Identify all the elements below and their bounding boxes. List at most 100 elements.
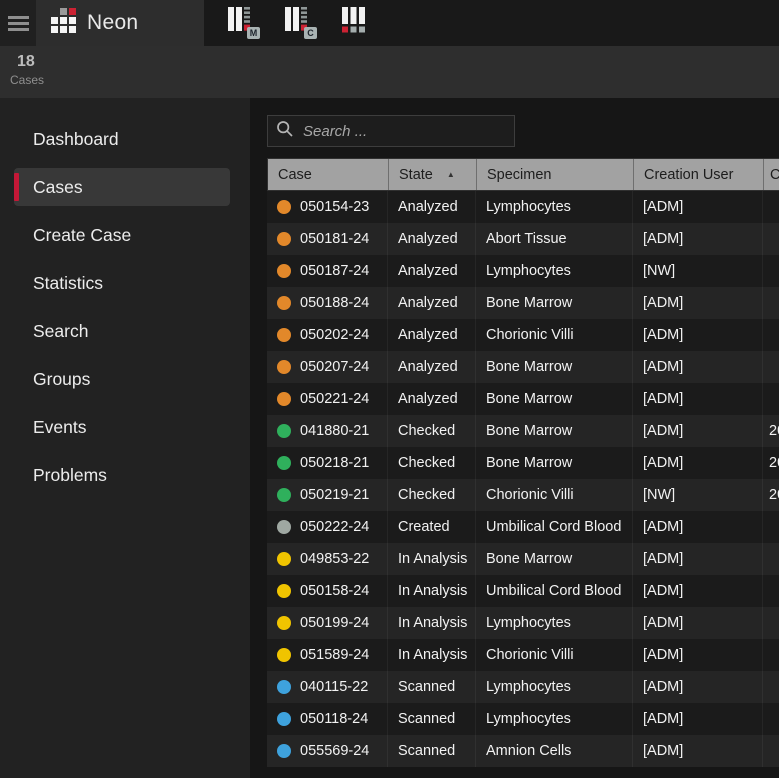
state-cell: In Analysis	[387, 575, 475, 607]
status-dot	[277, 712, 291, 726]
cases-count-label: Cases	[10, 73, 779, 87]
neon-logo-icon	[51, 8, 76, 38]
creation-cell	[762, 511, 779, 543]
column-header-creation-user[interactable]: Creation User	[633, 159, 763, 190]
table-row[interactable]: 051589-24 In Analysis Chorionic Villi [A…	[267, 639, 779, 671]
creation-cell	[762, 191, 779, 223]
specimen-cell: Amnion Cells	[475, 735, 632, 767]
case-number: 050181-24	[300, 231, 369, 247]
table-row[interactable]: 050188-24 Analyzed Bone Marrow [ADM]	[267, 287, 779, 319]
table-row[interactable]: 049853-22 In Analysis Bone Marrow [ADM]	[267, 543, 779, 575]
state-cell: Analyzed	[387, 287, 475, 319]
case-number: 049853-22	[300, 551, 369, 567]
case-number: 050154-23	[300, 199, 369, 215]
specimen-cell: Abort Tissue	[475, 223, 632, 255]
sidebar-item-cases[interactable]: Cases	[14, 168, 230, 206]
table-row[interactable]: 050187-24 Analyzed Lymphocytes [NW]	[267, 255, 779, 287]
case-cell: 050221-24	[267, 383, 387, 415]
specimen-cell: Lymphocytes	[475, 191, 632, 223]
case-cell: 050219-21	[267, 479, 387, 511]
state-cell: Analyzed	[387, 191, 475, 223]
case-cell: 050222-24	[267, 511, 387, 543]
sidebar-item-dashboard[interactable]: Dashboard	[0, 115, 250, 163]
table-row[interactable]: 040115-22 Scanned Lymphocytes [ADM]	[267, 671, 779, 703]
state-cell: Checked	[387, 479, 475, 511]
state-cell: Scanned	[387, 671, 475, 703]
sidebar-item-statistics[interactable]: Statistics	[0, 259, 250, 307]
creation-cell: 20	[762, 415, 779, 447]
table-row[interactable]: 055569-24 Scanned Amnion Cells [ADM]	[267, 735, 779, 767]
creation-user-cell: [ADM]	[632, 543, 762, 575]
case-number: 041880-21	[300, 423, 369, 439]
module-m-badge: M	[247, 27, 260, 39]
column-header-case[interactable]: Case	[268, 159, 388, 190]
module-c-badge: C	[304, 27, 317, 39]
table-row[interactable]: 050207-24 Analyzed Bone Marrow [ADM]	[267, 351, 779, 383]
cases-count: 18	[10, 53, 779, 71]
search-icon	[276, 120, 294, 143]
specimen-cell: Chorionic Villi	[475, 319, 632, 351]
case-number: 050218-21	[300, 455, 369, 471]
table-row[interactable]: 050181-24 Analyzed Abort Tissue [ADM]	[267, 223, 779, 255]
module-m-icon[interactable]: M	[228, 7, 258, 39]
sidebar-item-create-case[interactable]: Create Case	[0, 211, 250, 259]
table-row[interactable]: 050158-24 In Analysis Umbilical Cord Blo…	[267, 575, 779, 607]
case-number: 051589-24	[300, 647, 369, 663]
case-cell: 040115-22	[267, 671, 387, 703]
column-header-state[interactable]: State ▲	[388, 159, 476, 190]
module-grid-icon[interactable]	[342, 7, 372, 39]
creation-user-cell: [ADM]	[632, 287, 762, 319]
creation-user-cell: [ADM]	[632, 607, 762, 639]
status-dot	[277, 616, 291, 630]
app-title: Neon	[87, 11, 138, 35]
table-row[interactable]: 041880-21 Checked Bone Marrow [ADM] 20	[267, 415, 779, 447]
sidebar-item-events[interactable]: Events	[0, 403, 250, 451]
table-header: Case State ▲ Specimen Creation User C	[267, 158, 779, 191]
status-dot	[277, 648, 291, 662]
table-row[interactable]: 050199-24 In Analysis Lymphocytes [ADM]	[267, 607, 779, 639]
main-panel: Case State ▲ Specimen Creation User C 05…	[250, 98, 779, 778]
state-cell: Analyzed	[387, 383, 475, 415]
module-c-icon[interactable]: C	[285, 7, 315, 39]
search-input[interactable]	[303, 123, 506, 140]
specimen-cell: Lymphocytes	[475, 671, 632, 703]
creation-cell	[762, 287, 779, 319]
column-header-specimen[interactable]: Specimen	[476, 159, 633, 190]
sidebar-item-problems[interactable]: Problems	[0, 451, 250, 499]
specimen-cell: Lymphocytes	[475, 255, 632, 287]
table-row[interactable]: 050219-21 Checked Chorionic Villi [NW] 2…	[267, 479, 779, 511]
status-dot	[277, 552, 291, 566]
creation-cell	[762, 255, 779, 287]
creation-cell	[762, 319, 779, 351]
case-cell: 050202-24	[267, 319, 387, 351]
status-dot	[277, 328, 291, 342]
case-cell: 049853-22	[267, 543, 387, 575]
status-dot	[277, 520, 291, 534]
table-row[interactable]: 050221-24 Analyzed Bone Marrow [ADM]	[267, 383, 779, 415]
table-row[interactable]: 050218-21 Checked Bone Marrow [ADM] 20	[267, 447, 779, 479]
menu-button[interactable]	[0, 0, 36, 46]
state-cell: Checked	[387, 415, 475, 447]
state-cell: Analyzed	[387, 255, 475, 287]
table-row[interactable]: 050154-23 Analyzed Lymphocytes [ADM]	[267, 191, 779, 223]
table-row[interactable]: 050202-24 Analyzed Chorionic Villi [ADM]	[267, 319, 779, 351]
sidebar-item-groups[interactable]: Groups	[0, 355, 250, 403]
table-row[interactable]: 050222-24 Created Umbilical Cord Blood […	[267, 511, 779, 543]
creation-cell	[762, 383, 779, 415]
creation-user-cell: [ADM]	[632, 511, 762, 543]
creation-user-cell: [ADM]	[632, 383, 762, 415]
column-header-creation[interactable]: C	[763, 159, 779, 190]
status-dot	[277, 488, 291, 502]
sidebar-item-search[interactable]: Search	[0, 307, 250, 355]
specimen-cell: Bone Marrow	[475, 447, 632, 479]
creation-cell	[762, 351, 779, 383]
specimen-cell: Bone Marrow	[475, 383, 632, 415]
search-box[interactable]	[267, 115, 515, 147]
neon-app-tab[interactable]: Neon	[36, 0, 204, 46]
status-dot	[277, 264, 291, 278]
case-cell: 050154-23	[267, 191, 387, 223]
creation-user-cell: [ADM]	[632, 735, 762, 767]
table-row[interactable]: 050118-24 Scanned Lymphocytes [ADM]	[267, 703, 779, 735]
case-cell: 050118-24	[267, 703, 387, 735]
creation-user-cell: [ADM]	[632, 223, 762, 255]
